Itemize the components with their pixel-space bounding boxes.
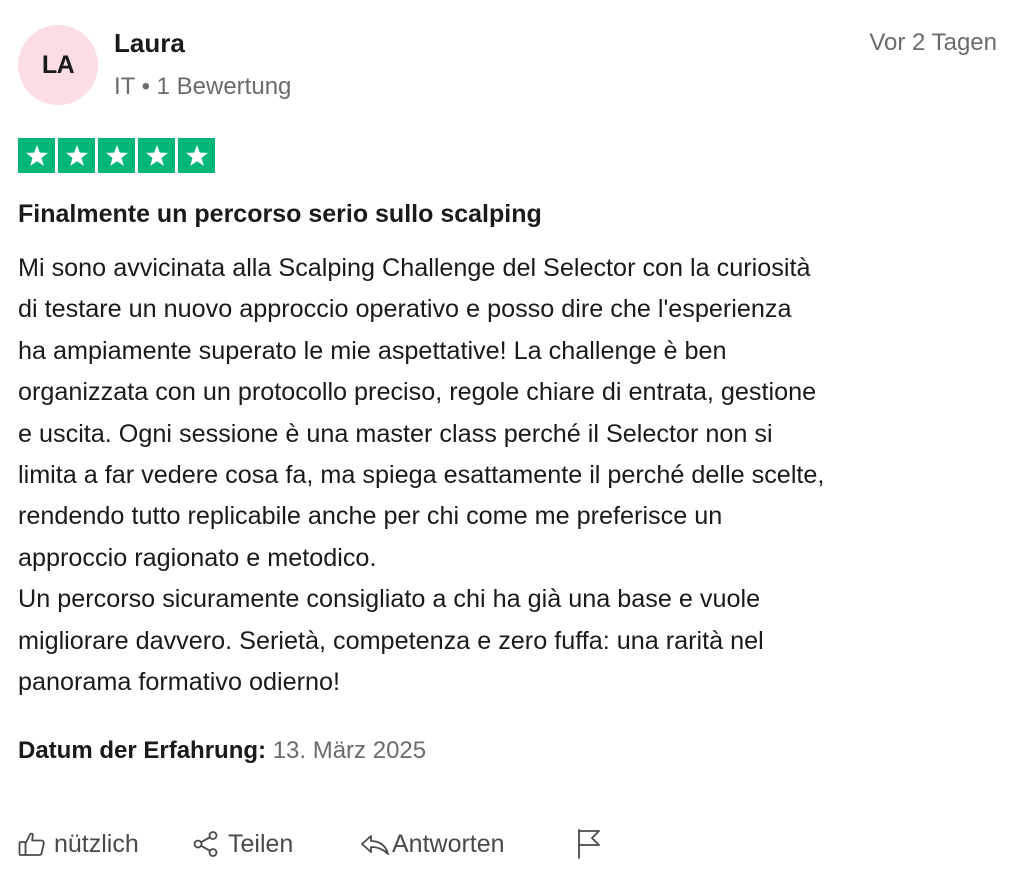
review-actions: nützlich Teilen Antworten [18, 826, 658, 862]
review-line: e uscita. Ogni sessione è una master cla… [18, 419, 773, 448]
thumbs-up-icon [18, 831, 46, 857]
review-line: approccio ragionato e metodico. [18, 543, 377, 572]
review-posted-date: Vor 2 Tagen [869, 29, 997, 56]
review-line: Mi sono avvicinata alla Scalping Challen… [18, 254, 811, 282]
star-icon [184, 143, 210, 169]
reviewer-meta: IT • 1 Bewertung [114, 73, 292, 100]
review-line: di testare un nuovo approccio operativo … [18, 295, 792, 324]
useful-label: nützlich [54, 829, 139, 858]
star-icon [144, 143, 170, 169]
star-rating [18, 138, 215, 173]
experience-date: Datum der Erfahrung: 13. März 2025 [18, 737, 426, 765]
review-line: rendendo tutto replicabile anche per chi… [18, 502, 723, 531]
reviewer-name[interactable]: Laura [114, 28, 185, 59]
review-line: migliorare davvero. Serietà, competenza … [18, 626, 764, 655]
avatar-initials: LA [41, 50, 75, 79]
experience-date-value: 13. März 2025 [272, 737, 427, 764]
star-icon [104, 143, 130, 169]
review-line: Un percorso sicuramente consigliato a ch… [18, 585, 761, 614]
rating-star [98, 138, 135, 173]
review-body: Mi sono avvicinata alla Scalping Challen… [18, 248, 1018, 703]
review-line: ha ampiamente superato le mie aspettativ… [18, 336, 727, 365]
report-button[interactable] [576, 826, 602, 862]
review-line: panorama formativo odierno! [18, 668, 341, 697]
useful-button[interactable]: nützlich [18, 826, 139, 862]
share-icon [192, 830, 220, 858]
rating-star [58, 138, 95, 173]
review-line: organizzata con un protocollo preciso, r… [18, 378, 817, 407]
star-icon [24, 143, 50, 169]
flag-icon [576, 828, 602, 860]
rating-star [18, 138, 55, 173]
rating-star [138, 138, 175, 173]
avatar[interactable]: LA [18, 25, 98, 105]
experience-date-label: Datum der Erfahrung: [18, 737, 267, 764]
reply-label: Antworten [392, 829, 505, 858]
reply-button[interactable]: Antworten [360, 826, 505, 862]
reply-arrow-icon [360, 831, 390, 857]
share-label: Teilen [228, 829, 294, 858]
review-line: limita a far vedere cosa fa, ma spiega e… [18, 461, 825, 490]
share-button[interactable]: Teilen [192, 826, 293, 862]
star-icon [64, 143, 90, 169]
review-title: Finalmente un percorso serio sullo scalp… [18, 200, 542, 228]
rating-star [178, 138, 215, 173]
